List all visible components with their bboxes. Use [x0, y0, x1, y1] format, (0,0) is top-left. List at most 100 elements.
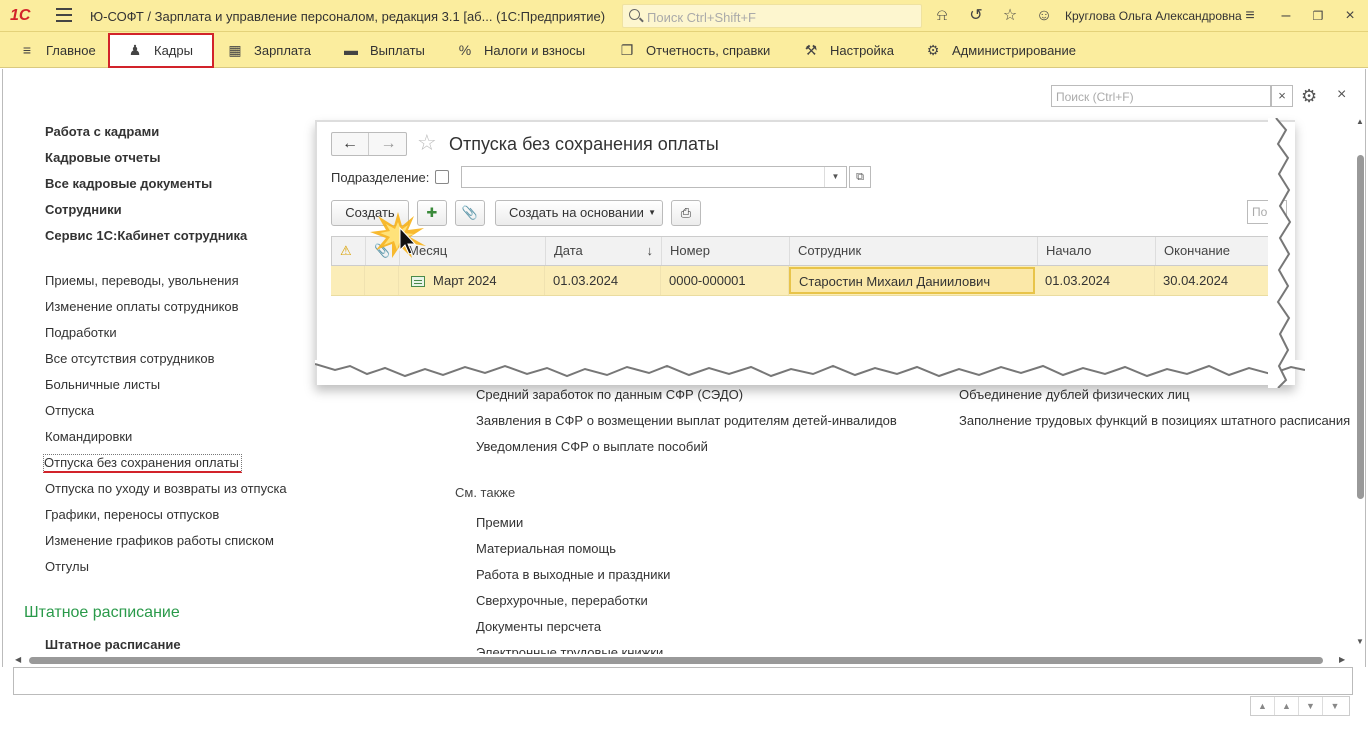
- nav-bold-item[interactable]: Сотрудники: [45, 202, 122, 217]
- back-button[interactable]: ←: [332, 133, 369, 155]
- current-user[interactable]: Круглова Ольга Александровна: [1065, 9, 1242, 23]
- scroll-thumb[interactable]: [1357, 155, 1364, 499]
- nav-bold-item[interactable]: Работа с кадрами: [45, 124, 159, 139]
- section-main[interactable]: ≡ Главное: [18, 32, 96, 68]
- document-table: ⚠ 📎 Месяц Дата ↓ Номер Сотрудник Начало …: [331, 236, 1271, 296]
- nav-item-selected[interactable]: Отпуска без сохранения оплаты: [43, 454, 242, 473]
- section-label: Отчетность, справки: [646, 43, 771, 58]
- print-icon[interactable]: ⎙: [671, 200, 701, 226]
- history-nav: ← →: [331, 132, 407, 156]
- favorite-star-icon[interactable]: ☆: [417, 130, 437, 156]
- scroll-down-icon[interactable]: ▼: [1356, 637, 1364, 646]
- nav-item[interactable]: Командировки: [45, 429, 132, 444]
- last-icon[interactable]: ▼: [1323, 697, 1347, 715]
- section-label: Настройка: [830, 43, 894, 58]
- section-admin[interactable]: ⚙ Администрирование: [924, 32, 1076, 68]
- vertical-scrollbar[interactable]: ▲ ▼: [1356, 115, 1365, 655]
- nav-item[interactable]: Изменение оплаты сотрудников: [45, 299, 239, 314]
- nav-item[interactable]: Все отсутствия сотрудников: [45, 351, 215, 366]
- table-header: ⚠ 📎 Месяц Дата ↓ Номер Сотрудник Начало …: [331, 236, 1271, 266]
- up-icon[interactable]: ▲: [1275, 697, 1299, 715]
- nav-item[interactable]: Отпуска: [45, 403, 94, 418]
- panel-settings-icon[interactable]: ⚙: [1301, 86, 1317, 107]
- create-based-on-button[interactable]: Создать на основании ▼: [495, 200, 663, 226]
- main-menu-icon[interactable]: [56, 8, 72, 22]
- first-icon[interactable]: ▲: [1251, 697, 1275, 715]
- nav-item[interactable]: Подработки: [45, 325, 117, 340]
- scroll-left-icon[interactable]: ◀: [15, 655, 21, 664]
- section-taxes[interactable]: % Налоги и взносы: [456, 32, 585, 68]
- nav-item[interactable]: Больничные листы: [45, 377, 160, 392]
- section-reports[interactable]: ❐ Отчетность, справки: [618, 32, 771, 68]
- subdivision-checkbox[interactable]: [435, 170, 449, 184]
- link[interactable]: Заявления в СФР о возмещении выплат роди…: [476, 413, 897, 428]
- user-icon[interactable]: ☺: [1034, 6, 1054, 26]
- nav-item[interactable]: Приемы, переводы, увольнения: [45, 273, 239, 288]
- dropdown-icon[interactable]: ▼: [824, 167, 846, 187]
- cell-employee[interactable]: Старостин Михаил Даниилович: [789, 267, 1035, 294]
- nav-item[interactable]: Отпуска по уходу и возвраты из отпуска: [45, 481, 287, 496]
- global-search-input[interactable]: Поиск Ctrl+Shift+F: [622, 4, 922, 28]
- section-bar: ≡ Главное ♟ Кадры ▦ Зарплата ▬ Выплаты % Нало…: [0, 32, 1368, 68]
- cell-month: Март 2024: [399, 266, 545, 295]
- nav-bold-item[interactable]: Сервис 1С:Кабинет сотрудника: [45, 228, 247, 243]
- section-settings[interactable]: ⚒ Настройка: [802, 32, 894, 68]
- favorites-icon[interactable]: ☆: [1000, 6, 1020, 26]
- link[interactable]: Электронные трудовые книжки: [476, 645, 663, 654]
- see-also-heading: См. также: [455, 485, 516, 500]
- message-panel: [13, 667, 1353, 695]
- column-header-date-label: Дата: [554, 243, 583, 258]
- link[interactable]: Материальная помощь: [476, 541, 616, 556]
- section-payments[interactable]: ▬ Выплаты: [342, 32, 425, 68]
- link[interactable]: Работа в выходные и праздники: [476, 567, 670, 582]
- section-label: Главное: [46, 43, 96, 58]
- nav-item[interactable]: Графики, переносы отпусков: [45, 507, 219, 522]
- bell-icon[interactable]: ⍾: [932, 6, 952, 26]
- scroll-right-icon[interactable]: ▶: [1339, 655, 1345, 664]
- column-header-start[interactable]: Начало: [1038, 237, 1156, 265]
- column-header-employee[interactable]: Сотрудник: [790, 237, 1038, 265]
- link[interactable]: Документы персчета: [476, 619, 601, 634]
- column-header-date[interactable]: Дата ↓: [546, 237, 662, 265]
- attach-icon[interactable]: 📎: [455, 200, 485, 226]
- minimize-icon[interactable]: –: [1276, 6, 1296, 26]
- subdivision-field[interactable]: ▼: [461, 166, 847, 188]
- close-window-icon[interactable]: ×: [1340, 6, 1360, 26]
- table-row[interactable]: Март 2024 01.03.2024 0000-000001 Старост…: [331, 266, 1271, 296]
- down-icon[interactable]: ▼: [1299, 697, 1323, 715]
- nav-bold-item[interactable]: Штатное расписание: [45, 637, 181, 652]
- link[interactable]: Сверхурочные, переработки: [476, 593, 648, 608]
- restore-icon[interactable]: ❐: [1308, 6, 1328, 26]
- section-label: Администрирование: [952, 43, 1076, 58]
- cell-month-value: Март 2024: [433, 273, 497, 288]
- cell-start: 01.03.2024: [1037, 266, 1155, 295]
- scroll-thumb[interactable]: [29, 657, 1323, 664]
- scroll-up-icon[interactable]: ▲: [1356, 117, 1364, 126]
- settings-menu-icon[interactable]: ≡: [1240, 6, 1260, 26]
- panel-search-input[interactable]: Поиск (Ctrl+F): [1051, 85, 1271, 107]
- create-based-on-label: Создать на основании: [509, 205, 644, 220]
- link[interactable]: Заполнение трудовых функций в позициях ш…: [959, 413, 1350, 428]
- nav-bold-item[interactable]: Все кадровые документы: [45, 176, 212, 191]
- column-header-number[interactable]: Номер: [662, 237, 790, 265]
- link[interactable]: Уведомления СФР о выплате пособий: [476, 439, 708, 454]
- nav-item[interactable]: Изменение графиков работы списком: [45, 533, 274, 548]
- title-bar: 1С Ю-СОФТ / Зарплата и управление персон…: [0, 0, 1368, 32]
- documents-icon: ❐: [620, 42, 634, 58]
- link[interactable]: Премии: [476, 515, 523, 530]
- horizontal-scrollbar[interactable]: ◀ ▶: [13, 655, 1353, 665]
- nav-item[interactable]: Отгулы: [45, 559, 89, 574]
- column-header-end[interactable]: Окончание: [1156, 237, 1272, 265]
- panel-search-clear-button[interactable]: ×: [1271, 85, 1293, 107]
- open-icon[interactable]: ⧉: [849, 166, 871, 188]
- section-kadry[interactable]: ♟ Кадры: [108, 33, 214, 68]
- section-label: Зарплата: [254, 43, 311, 58]
- torn-edge-bottom: [315, 360, 1305, 378]
- section-salary[interactable]: ▦ Зарплата: [226, 32, 311, 68]
- nav-bold-item[interactable]: Кадровые отчеты: [45, 150, 160, 165]
- panel-close-button[interactable]: ×: [1337, 86, 1346, 104]
- forward-button[interactable]: →: [370, 133, 407, 155]
- click-highlight-icon: [370, 212, 426, 258]
- history-icon[interactable]: ↺: [966, 6, 986, 26]
- calculator-icon: ▦: [228, 42, 242, 58]
